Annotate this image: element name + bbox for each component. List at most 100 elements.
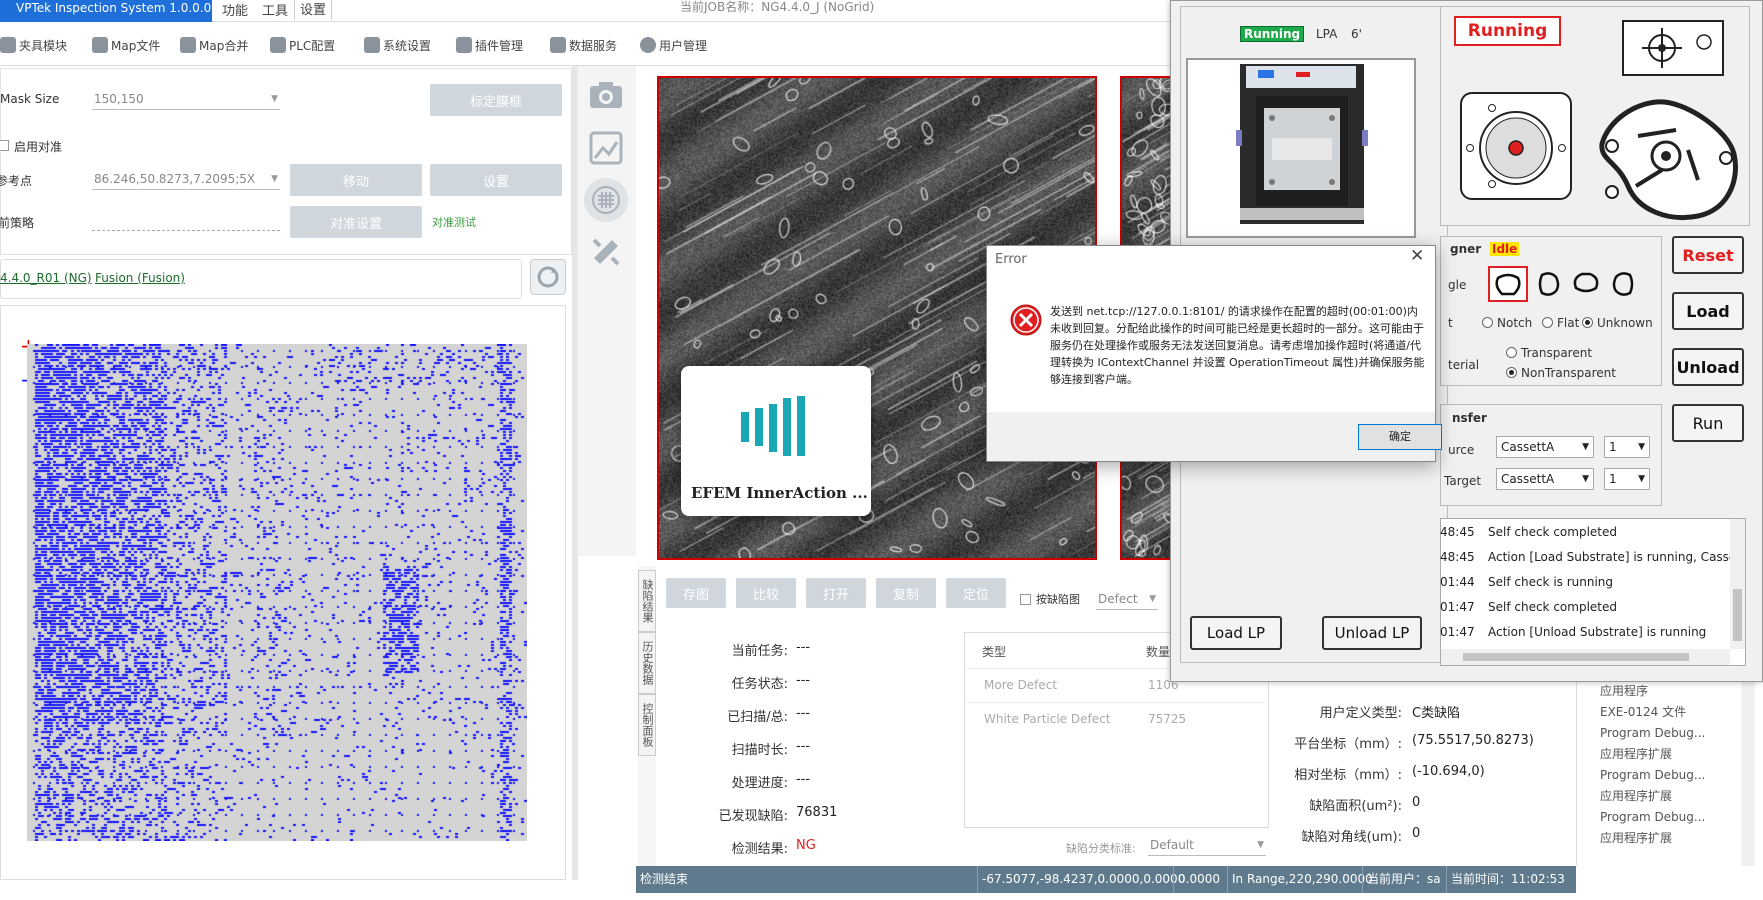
toolbar-system-settings[interactable]: 系统设置: [364, 34, 431, 56]
angle-0-button[interactable]: [1488, 266, 1528, 302]
image-icon-shape: [589, 131, 623, 165]
load-lp-button[interactable]: Load LP: [1190, 616, 1282, 650]
unload-lp-button[interactable]: Unload LP: [1322, 616, 1422, 650]
nontransparent-option[interactable]: NonTransparent: [1506, 366, 1616, 380]
menu-tools[interactable]: 工具: [262, 0, 288, 19]
refresh-button[interactable]: [530, 259, 566, 295]
by-defect-map-checkbox[interactable]: [1020, 594, 1031, 605]
mark-frame-button[interactable]: 标定膜框: [430, 84, 562, 116]
toolbar-data-service[interactable]: 数据服务: [550, 34, 617, 56]
angle-270-button[interactable]: [1608, 268, 1640, 300]
table-header-count: 数量: [1146, 645, 1171, 659]
camera-icon[interactable]: [588, 80, 624, 110]
transfer-label: nsfer: [1452, 411, 1487, 425]
log-scrollbar-v[interactable]: [1730, 519, 1745, 649]
log-scroll-thumb-h[interactable]: [1463, 653, 1689, 661]
target-slot-select[interactable]: 1 ▼: [1604, 468, 1650, 490]
enable-align-checkbox[interactable]: [0, 140, 9, 151]
toolbar-users[interactable]: 用户管理: [640, 34, 707, 56]
angle-90-button[interactable]: [1532, 268, 1564, 300]
close-icon[interactable]: ✕: [1410, 246, 1424, 266]
notch-label: t: [1448, 316, 1453, 330]
toolbar-plc[interactable]: PLC配置: [270, 34, 335, 56]
log-scrollbar-h[interactable]: [1441, 649, 1730, 665]
move-button[interactable]: 移动: [290, 164, 422, 196]
log-entry[interactable]: 01:44 Self check is running: [1440, 570, 1730, 595]
transparent-option[interactable]: Transparent: [1506, 346, 1592, 360]
mask-size-select[interactable]: 150,150 ▼: [92, 88, 280, 110]
efem-logo-icon: [741, 396, 805, 456]
classify-label: 缺陷分类标准:: [1066, 842, 1136, 855]
stat-value: NG: [796, 838, 816, 853]
set-button[interactable]: 设置: [430, 164, 562, 196]
list-item[interactable]: 应用程序: [1600, 681, 1705, 702]
grid-view-icon[interactable]: [584, 178, 628, 222]
tab-history[interactable]: 历史数据: [638, 632, 656, 694]
open-button[interactable]: 打开: [806, 578, 866, 608]
detail-value: (75.5517,50.8273): [1412, 733, 1534, 748]
chevron-down-icon: ▼: [1638, 474, 1645, 484]
run-button[interactable]: Run: [1672, 404, 1744, 442]
save-image-button[interactable]: 存图: [666, 578, 726, 608]
tab-control-panel[interactable]: 控制面板: [638, 694, 656, 756]
align-settings-button[interactable]: 对准设置: [290, 206, 422, 238]
align-test-link[interactable]: 对准测试: [432, 214, 476, 230]
copy-button[interactable]: 复制: [876, 578, 936, 608]
source-select[interactable]: CassettA ▼: [1496, 436, 1594, 458]
notch-option[interactable]: Notch: [1482, 316, 1532, 330]
log-entry[interactable]: 01:47 Action [Unload Substrate] is runnin…: [1440, 620, 1730, 645]
load-button[interactable]: Load: [1672, 292, 1744, 330]
log-entry[interactable]: 48:45 Action [Load Substrate] is running,…: [1440, 545, 1730, 570]
list-item[interactable]: Program Debug...: [1600, 765, 1705, 786]
job-name: 当前JOB名称：NG4.4.0_J (NoGrid): [680, 0, 875, 14]
flat-option[interactable]: Flat: [1542, 316, 1579, 330]
target-icon: [1622, 20, 1724, 76]
splash-screen: EFEM InnerAction ...: [681, 366, 871, 516]
list-item[interactable]: 应用程序扩展: [1600, 828, 1705, 849]
stat-value: ---: [796, 706, 811, 721]
plc-icon: [270, 37, 286, 53]
strategy-field[interactable]: [92, 230, 280, 231]
toolbar-plugins[interactable]: 插件管理: [456, 34, 523, 56]
compare-button[interactable]: 比较: [736, 578, 796, 608]
fusion-link[interactable]: Fusion (Fusion): [95, 271, 185, 285]
wafer-defect-map[interactable]: [27, 344, 527, 841]
reset-button[interactable]: Reset: [1672, 236, 1744, 274]
list-scrollbar[interactable]: [1741, 680, 1755, 866]
ref-point-select[interactable]: 86.246,50.8273,7.2095;5X ▼: [92, 168, 280, 190]
list-item[interactable]: 应用程序扩展: [1600, 744, 1705, 765]
detail-value: 0: [1412, 826, 1421, 841]
app-title: VPTek Inspection System 1.0.0.0: [0, 0, 212, 22]
toolbar-map-file[interactable]: Map文件: [92, 34, 160, 56]
target-select[interactable]: CassettA ▼: [1496, 468, 1594, 490]
classify-select[interactable]: Default ▼: [1148, 834, 1266, 856]
mask-size-label: Mask Size: [0, 92, 60, 106]
menu-settings[interactable]: 设置: [294, 0, 332, 20]
log-entry[interactable]: 01:47 Self check completed: [1440, 595, 1730, 620]
image-icon[interactable]: [588, 130, 624, 166]
angle-180-button[interactable]: [1570, 268, 1602, 300]
grid-icon-shape: [592, 186, 620, 214]
map-file-icon: [92, 37, 108, 53]
log-entry[interactable]: 48:45 Self check completed: [1440, 520, 1730, 545]
list-item[interactable]: EXE-0124 文件: [1600, 702, 1705, 723]
toolbar-fixture[interactable]: 夹具模块: [0, 34, 67, 56]
recipe-link[interactable]: 4.4.0_R01 (NG): [0, 271, 92, 285]
list-item[interactable]: 应用程序扩展: [1600, 786, 1705, 807]
unload-button[interactable]: Unload: [1672, 348, 1744, 386]
gear-icon: [364, 37, 380, 53]
source-slot-select[interactable]: 1 ▼: [1604, 436, 1650, 458]
log-scroll-thumb[interactable]: [1733, 589, 1742, 641]
measure-icon[interactable]: [588, 234, 624, 270]
refresh-icon: [537, 266, 559, 288]
radio-icon: [1506, 347, 1517, 358]
list-item[interactable]: Program Debug...: [1600, 807, 1705, 828]
toolbar-map-merge[interactable]: Map合并: [180, 34, 248, 56]
menu-function[interactable]: 功能: [222, 0, 248, 19]
defect-select[interactable]: Defect ▼: [1096, 588, 1158, 610]
tab-defect-result[interactable]: 缺陷结果: [638, 570, 656, 632]
ok-button[interactable]: 确定: [1358, 424, 1442, 450]
unknown-option[interactable]: Unknown: [1582, 316, 1653, 330]
list-item[interactable]: Program Debug...: [1600, 723, 1705, 744]
locate-button[interactable]: 定位: [946, 578, 1006, 608]
